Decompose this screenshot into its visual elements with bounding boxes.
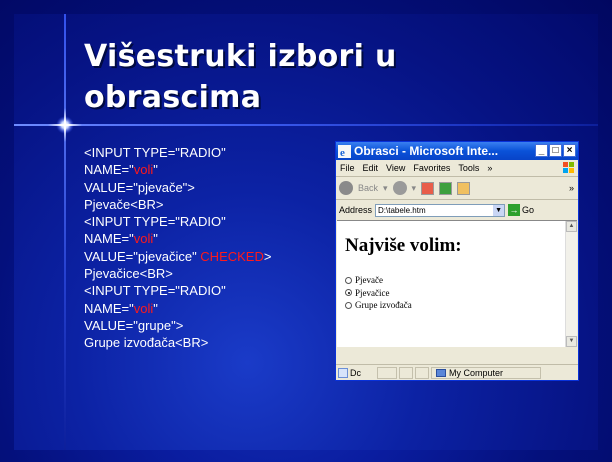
slide: Višestruki izbori u obrascima <INPUT TYP… — [0, 0, 612, 462]
address-value: D:\tabele.htm — [378, 205, 426, 215]
computer-icon — [436, 368, 446, 377]
page-content: Najviše volim: Pjevače Pjevačice Grupe izv… — [337, 220, 577, 347]
code-line: NAME="voli" — [84, 230, 271, 247]
minimize-button[interactable]: _ — [535, 144, 548, 157]
code-text: NAME=" — [84, 300, 134, 316]
slide-title: Višestruki izbori u obrascima — [84, 36, 397, 118]
address-bar: Address D:\tabele.htm ▼ → Go — [336, 200, 578, 220]
code-text: Grupe izvođača<BR> — [84, 335, 209, 351]
radio-option[interactable]: Pjevače — [345, 274, 412, 287]
forward-dropdown-icon[interactable]: ▾ — [412, 183, 417, 194]
radio-label: Pjevače — [355, 275, 383, 285]
html-code-listing: <INPUT TYPE="RADIO" NAME="voli" VALUE="pje… — [84, 144, 271, 352]
code-text: " — [153, 231, 158, 247]
radio-option[interactable]: Pjevačice — [345, 287, 412, 300]
menu-overflow-icon[interactable]: » — [487, 163, 492, 173]
code-text: " — [153, 300, 158, 316]
code-line: VALUE="pjevače"> — [84, 179, 271, 196]
menu-item-view[interactable]: View — [386, 163, 405, 173]
radio-button[interactable] — [345, 289, 352, 297]
page-heading: Najviše volim: — [345, 235, 462, 256]
code-line: VALUE="grupe"> — [84, 317, 271, 334]
browser-title-bar[interactable]: e Obrasci - Microsoft Inte... _ □ × — [336, 142, 578, 160]
scroll-up-icon[interactable]: ▲ — [566, 221, 577, 232]
code-text: > — [263, 248, 272, 264]
refresh-icon[interactable] — [439, 181, 453, 195]
code-line: Grupe izvođača<BR> — [84, 334, 271, 351]
status-bar: Dc My Computer — [336, 364, 578, 380]
go-label: Go — [522, 205, 535, 215]
code-text: <INPUT TYPE="RADIO" — [84, 214, 226, 230]
code-text: VALUE="grupe"> — [84, 317, 184, 333]
back-label[interactable]: Back — [358, 183, 378, 193]
menu-item-file[interactable]: File — [340, 163, 355, 173]
horizontal-accent-line — [14, 124, 598, 126]
home-icon[interactable] — [457, 181, 471, 195]
status-zone-label: My Computer — [449, 367, 504, 378]
toolbar-overflow-icon[interactable]: » — [569, 183, 574, 193]
code-text: VALUE="pjevačice" — [84, 248, 201, 264]
code-line: Pjevače<BR> — [84, 196, 271, 213]
browser-toolbar: Back ▾ ▾ » — [336, 177, 578, 200]
radio-button[interactable] — [345, 276, 352, 284]
radio-group: Pjevače Pjevačice Grupe izvođača — [345, 274, 412, 312]
status-zone: My Computer — [431, 366, 541, 379]
code-line: NAME="voli" — [84, 300, 271, 317]
slide-title-line-2: obrascima — [84, 80, 262, 115]
code-text: <INPUT TYPE="RADIO" — [84, 145, 226, 160]
status-text: Dc — [350, 367, 361, 378]
status-cell — [399, 366, 413, 379]
address-input[interactable]: D:\tabele.htm ▼ — [375, 203, 506, 217]
code-line: NAME="voli" — [84, 161, 271, 178]
page-icon — [338, 367, 348, 378]
radio-label: Pjevačice — [355, 287, 390, 298]
radio-option[interactable]: Grupe izvođača — [345, 299, 412, 312]
code-line: <INPUT TYPE="RADIO" — [84, 282, 271, 299]
code-line: <INPUT TYPE="RADIO" — [84, 144, 271, 161]
windows-flag-icon — [563, 162, 574, 173]
code-highlight: voli — [133, 300, 154, 316]
code-text: VALUE="pjevače"> — [84, 179, 195, 195]
vertical-accent-line — [64, 14, 66, 450]
menu-item-favorites[interactable]: Favorites — [413, 163, 450, 173]
code-line: VALUE="pjevačice" CHECKED> — [84, 248, 271, 265]
browser-title: Obrasci - Microsoft Inte... — [354, 144, 499, 158]
radio-label: Grupe izvođača — [355, 300, 412, 310]
internet-explorer-icon: e — [338, 144, 351, 158]
status-cell — [415, 366, 429, 379]
menu-item-edit[interactable]: Edit — [363, 163, 379, 173]
code-text: <INPUT TYPE="RADIO" — [84, 283, 226, 299]
code-line: Pjevačice<BR> — [84, 265, 271, 282]
go-button[interactable]: → Go — [508, 204, 534, 216]
address-label: Address — [339, 205, 373, 215]
code-text: NAME=" — [84, 231, 134, 247]
stop-icon[interactable] — [421, 181, 435, 195]
close-button[interactable]: × — [563, 144, 576, 157]
forward-icon[interactable] — [392, 181, 407, 195]
code-text: NAME=" — [84, 162, 134, 178]
browser-menu-bar: File Edit View Favorites Tools » — [336, 160, 578, 177]
code-highlight: CHECKED — [200, 248, 264, 264]
code-text: " — [153, 162, 158, 178]
maximize-button[interactable]: □ — [549, 144, 562, 157]
code-line: <INPUT TYPE="RADIO" — [84, 213, 271, 230]
menu-item-tools[interactable]: Tools — [458, 163, 479, 173]
sparkle-icon — [48, 108, 82, 142]
back-dropdown-icon[interactable]: ▾ — [383, 183, 388, 194]
go-arrow-icon: → — [508, 204, 521, 216]
vertical-scrollbar[interactable]: ▲ ▼ — [565, 221, 577, 347]
code-highlight: voli — [133, 231, 154, 247]
slide-title-line-1: Višestruki izbori u — [84, 39, 397, 74]
back-icon[interactable] — [339, 181, 353, 195]
code-text: Pjevačice<BR> — [84, 266, 173, 282]
svg-text:e: e — [340, 147, 345, 158]
code-highlight: voli — [133, 162, 154, 178]
address-dropdown-icon[interactable]: ▼ — [493, 204, 505, 216]
status-cell — [377, 366, 397, 379]
code-text: Pjevače<BR> — [84, 196, 164, 212]
browser-window: e Obrasci - Microsoft Inte... _ □ × File… — [335, 141, 579, 381]
scroll-down-icon[interactable]: ▼ — [566, 336, 577, 347]
radio-button[interactable] — [345, 301, 352, 309]
